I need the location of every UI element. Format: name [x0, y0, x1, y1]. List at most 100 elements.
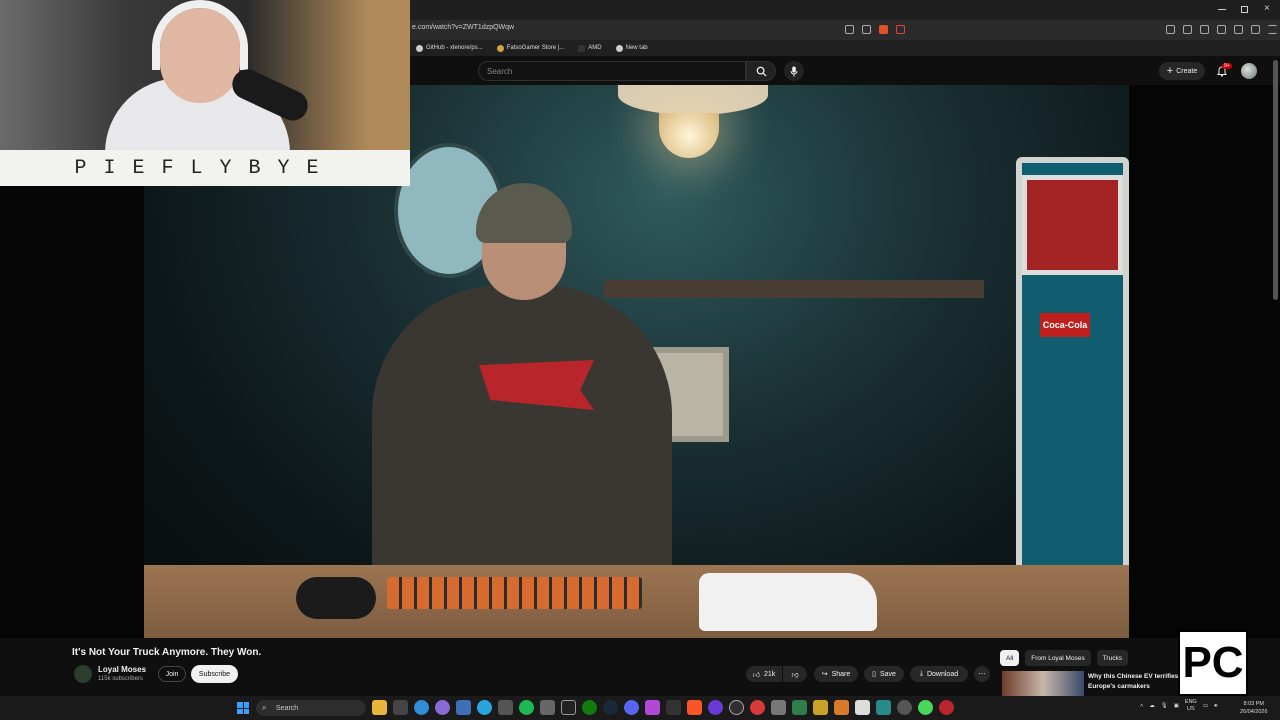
wallet-icon[interactable] [1217, 25, 1226, 34]
chip-all[interactable]: All [1000, 650, 1020, 666]
app-icon-yellow[interactable] [813, 700, 828, 715]
notes-icon[interactable] [540, 700, 555, 715]
edge-icon[interactable] [414, 700, 429, 715]
epic-icon[interactable] [561, 700, 576, 715]
maximize-icon[interactable] [1241, 6, 1248, 13]
join-button[interactable]: Join [158, 666, 186, 682]
streamer-banner: PIEFLYBYE [0, 150, 410, 186]
coke-sign: Coca-Cola [1040, 313, 1090, 337]
chip-from-channel[interactable]: From Loyal Moses [1025, 650, 1091, 666]
subscribe-button[interactable]: Subscribe [191, 665, 238, 683]
recommendation-title[interactable]: Why this Chinese EV terrifies Europe's c… [1088, 672, 1180, 692]
file-explorer-icon[interactable] [372, 700, 387, 715]
steam-icon[interactable] [603, 700, 618, 715]
like-button[interactable]: 👍︎ 21k [746, 666, 782, 682]
download-icon: ⤓ [919, 670, 923, 677]
account-avatar[interactable] [1241, 63, 1257, 79]
search-button[interactable] [746, 61, 776, 81]
app-icon-grey[interactable] [771, 700, 786, 715]
player-letterbox-right [1129, 85, 1280, 638]
banner-text: PIEFLYBYE [74, 156, 336, 180]
globe-icon [615, 44, 623, 52]
app-icon-green[interactable] [792, 700, 807, 715]
bookmark-amd[interactable]: AMD [578, 44, 602, 52]
minimize-icon[interactable] [1218, 9, 1226, 10]
thumbs-up-icon: 👍︎ [752, 671, 761, 679]
bookmark-fatsogamer[interactable]: FatsoGamer Store |... [496, 44, 564, 52]
settings-icon[interactable] [897, 700, 912, 715]
presenter-hoodie [372, 285, 672, 575]
volume-icon[interactable]: 🔊︎ [1214, 703, 1217, 710]
create-button[interactable]: + Create [1159, 62, 1205, 80]
download-button[interactable]: ⤓ Download [910, 666, 968, 682]
start-icon[interactable] [237, 702, 249, 714]
app-icon-purple[interactable] [708, 700, 723, 715]
app-icon-orange[interactable] [834, 700, 849, 715]
video-title: It's Not Your Truck Anymore. They Won. [72, 647, 262, 658]
vpn-icon[interactable] [1251, 25, 1260, 34]
spotify-icon[interactable] [519, 700, 534, 715]
notepad-icon[interactable] [855, 700, 870, 715]
desk-keyboard [387, 577, 642, 609]
notification-badge: 9+ [1222, 63, 1232, 69]
calendar-icon[interactable] [393, 700, 408, 715]
page-scrollbar[interactable] [1273, 60, 1278, 300]
network-icon[interactable]: ▭ [1203, 703, 1208, 709]
obs-icon[interactable] [729, 700, 744, 715]
more-actions-button[interactable]: ⋯ [974, 666, 990, 682]
rewards-icon[interactable] [896, 25, 905, 34]
onedrive-icon[interactable]: ☁ [1149, 703, 1155, 709]
discord-icon[interactable] [624, 700, 639, 715]
terminal-icon[interactable] [498, 700, 513, 715]
bookmark-new-tab[interactable]: New tab [615, 44, 648, 52]
channel-avatar[interactable] [74, 665, 92, 683]
chip-trucks[interactable]: Trucks [1096, 650, 1128, 666]
tray-chevron-icon[interactable]: ˄ [1140, 703, 1143, 709]
tray-mic-icon[interactable]: 🎙︎ [1161, 703, 1168, 709]
copilot-icon[interactable] [435, 700, 450, 715]
channel-name[interactable]: Loyal Moses [98, 665, 146, 674]
game-icon[interactable] [645, 700, 660, 715]
taskbar-search[interactable]: Search [256, 700, 366, 716]
github-icon [416, 44, 423, 52]
app-icon-lime[interactable] [918, 700, 933, 715]
voice-search-button[interactable] [784, 61, 804, 81]
brave-shield-icon[interactable] [879, 25, 888, 34]
app-icon-dark[interactable] [666, 700, 681, 715]
recommendation-thumbnail[interactable] [1002, 671, 1084, 696]
brave-icon[interactable] [687, 700, 702, 715]
menu-icon[interactable] [1268, 25, 1277, 34]
xbox-icon[interactable] [582, 700, 597, 715]
leo-icon[interactable] [1234, 25, 1243, 34]
filter-chips: All From Loyal Moses Trucks [1000, 650, 1128, 666]
system-tray: ˄ ☁ 🎙︎ ▣ ENG US ▭ 🔊︎ [1140, 699, 1218, 713]
tray-app-icon[interactable]: ▣ [1174, 703, 1179, 709]
app-icon-record[interactable] [939, 700, 954, 715]
bookmark-github[interactable]: GitHub - xlenore/ps... [416, 44, 483, 52]
language-indicator[interactable]: ENG US [1185, 699, 1197, 713]
sidebar-icon[interactable] [1200, 25, 1209, 34]
extension-icon[interactable] [1166, 25, 1175, 34]
fridge-panel [1022, 175, 1123, 275]
share-button[interactable]: ↪ Share [814, 666, 858, 682]
taskbar-clock[interactable]: 8:03 PM 26/04/2026 [1240, 700, 1268, 716]
url-text[interactable]: e.com/watch?v=ZWT1dzpQWqw [412, 24, 514, 31]
dislike-button[interactable]: 👎︎ [783, 666, 807, 682]
save-button[interactable]: ▯ Save [864, 666, 904, 682]
search-input[interactable]: Search [478, 61, 746, 81]
app-icon-blue[interactable] [456, 700, 471, 715]
thumbs-down-icon: 👎︎ [791, 671, 799, 679]
app-icon-teal[interactable] [876, 700, 891, 715]
app-icon-red[interactable] [750, 700, 765, 715]
webcam-overlay [0, 0, 410, 153]
close-icon[interactable]: × [1264, 3, 1270, 14]
cast-icon[interactable] [845, 25, 854, 34]
music-icon[interactable] [1183, 25, 1192, 34]
headset [152, 0, 248, 70]
telegram-icon[interactable] [477, 700, 492, 715]
shelf [604, 280, 984, 298]
pc-logo: PC [1178, 630, 1248, 696]
plus-icon: + [1166, 65, 1174, 77]
desk-mouse [296, 577, 376, 619]
share-page-icon[interactable] [862, 25, 871, 34]
